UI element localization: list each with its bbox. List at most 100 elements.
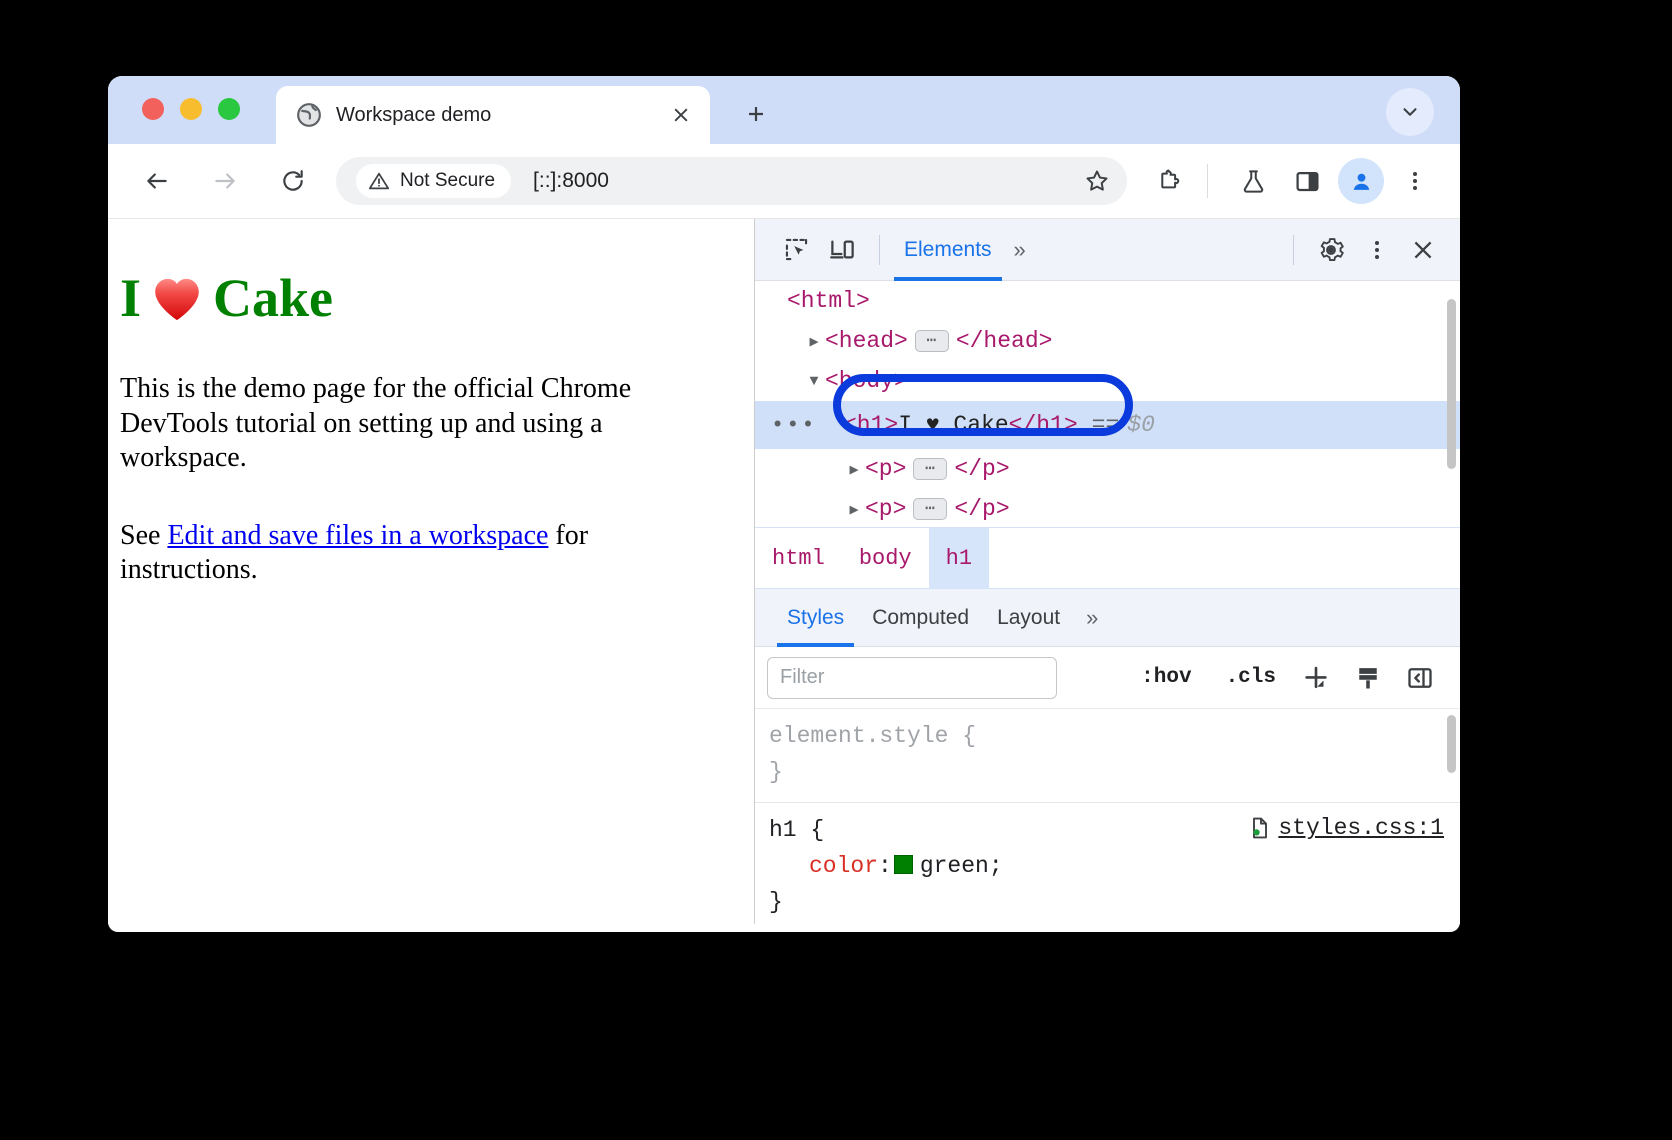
dom-row-p-1[interactable]: ▶ <p> ⋯ </p>: [755, 449, 1460, 489]
devtools-panel: Elements »: [754, 219, 1460, 924]
breadcrumb-label: body: [859, 546, 912, 571]
chevron-down-icon[interactable]: [1386, 88, 1434, 136]
window-maximize-button[interactable]: [218, 98, 240, 120]
devtools-toolbar: Elements »: [755, 219, 1460, 281]
breadcrumb-item-html[interactable]: html: [755, 528, 842, 588]
tab-elements-label: Elements: [904, 238, 992, 262]
tab-styles[interactable]: Styles: [773, 589, 858, 647]
rule-element-style[interactable]: element.style { }: [755, 709, 1460, 803]
dom-tree-scrollbar[interactable]: [1447, 299, 1456, 469]
devtools-more-options-icon[interactable]: [1354, 227, 1400, 273]
device-toolbar-icon[interactable]: [819, 227, 865, 273]
devtools-toolbar-divider: [879, 235, 880, 265]
page-paragraph-2: See Edit and save files in a workspace f…: [120, 519, 722, 587]
browser-tab[interactable]: Workspace demo: [276, 86, 710, 144]
address-bar[interactable]: Not Secure [::]:8000: [336, 157, 1127, 205]
dom-row-p-2[interactable]: ▶ <p> ⋯ </p>: [755, 489, 1460, 527]
window-minimize-button[interactable]: [180, 98, 202, 120]
chevron-right-icon[interactable]: ▶: [843, 500, 865, 519]
settings-gear-icon[interactable]: [1308, 227, 1354, 273]
more-panels-icon[interactable]: »: [1002, 237, 1038, 263]
toggle-sidebar-icon[interactable]: [1398, 656, 1442, 700]
new-tab-button[interactable]: [736, 94, 776, 134]
tab-layout[interactable]: Layout: [983, 589, 1074, 647]
breadcrumb-item-h1[interactable]: h1: [929, 528, 989, 588]
expand-ellipsis-icon[interactable]: ⋯: [915, 330, 949, 352]
dom-row-h1-dollar: $0: [1127, 412, 1155, 438]
url-text[interactable]: [::]:8000: [511, 169, 1075, 193]
color-swatch[interactable]: [894, 855, 913, 874]
workspace-doc-link[interactable]: Edit and save files in a workspace: [167, 520, 548, 551]
chevron-down-icon[interactable]: ▼: [803, 373, 825, 390]
side-panel-icon[interactable]: [1284, 158, 1330, 204]
dom-row-text: <html>: [787, 288, 870, 314]
window-traffic-lights: [142, 98, 240, 120]
dom-row-close-text: </head>: [956, 328, 1053, 354]
dom-row-text: <p>: [865, 456, 906, 482]
dom-row-body[interactable]: ▼ <body>: [755, 361, 1460, 401]
declaration-value[interactable]: green: [920, 853, 989, 879]
close-icon[interactable]: [666, 100, 696, 130]
browser-menu-icon[interactable]: [1392, 158, 1438, 204]
tab-computed[interactable]: Computed: [858, 589, 983, 647]
row-more-options-icon[interactable]: •••: [771, 413, 817, 438]
chevron-right-icon[interactable]: ▶: [803, 332, 825, 351]
devtools-close-icon[interactable]: [1400, 227, 1446, 273]
heart-icon: [151, 273, 203, 325]
warning-triangle-icon: [368, 170, 390, 192]
dom-row-html[interactable]: <html>: [755, 281, 1460, 321]
tab-title: Workspace demo: [336, 104, 666, 127]
expand-ellipsis-icon[interactable]: ⋯: [913, 458, 947, 480]
dom-row-close-text: </p>: [954, 496, 1009, 522]
rule-selector: element.style {: [769, 719, 1442, 755]
page-title-suffix: Cake: [213, 269, 333, 328]
tab-styles-label: Styles: [787, 606, 844, 630]
stylesheet-source-link[interactable]: styles.css:1: [1248, 815, 1444, 841]
styles-rules-list[interactable]: element.style { } h1 { styles.css:1: [755, 709, 1460, 924]
source-file-icon: [1248, 816, 1272, 840]
tab-strip: Workspace demo: [108, 76, 1460, 144]
rule-h1[interactable]: h1 { styles.css:1 color:green;: [755, 803, 1460, 924]
expand-ellipsis-icon[interactable]: ⋯: [913, 498, 947, 520]
labs-flask-icon[interactable]: [1230, 158, 1276, 204]
window-close-button[interactable]: [142, 98, 164, 120]
profile-avatar[interactable]: [1338, 158, 1384, 204]
hover-state-button[interactable]: :hov: [1131, 666, 1201, 689]
toolbar-divider: [1207, 164, 1208, 198]
paragraph2-prefix: See: [120, 520, 167, 551]
styles-pane-tabs: Styles Computed Layout »: [755, 589, 1460, 647]
tab-elements[interactable]: Elements: [894, 219, 1002, 281]
dom-row-h1-close: </h1>: [1009, 412, 1078, 438]
dom-row-h1-text: I ♥ Cake: [898, 412, 1008, 438]
inspect-element-icon[interactable]: [773, 227, 819, 273]
dom-row-h1-badge: ==: [1092, 412, 1120, 438]
styles-scrollbar[interactable]: [1447, 715, 1456, 773]
web-page-content: I Cake: [108, 219, 754, 924]
new-style-rule-plus-icon[interactable]: [1294, 656, 1338, 700]
dom-row-close-text: </p>: [954, 456, 1009, 482]
status-badge[interactable]: Not Secure: [356, 164, 511, 198]
security-label: Not Secure: [400, 170, 495, 192]
breadcrumb-label: h1: [946, 546, 972, 571]
back-button[interactable]: [134, 158, 180, 204]
chevron-right-icon[interactable]: ▶: [843, 460, 865, 479]
bookmark-star-icon[interactable]: [1075, 159, 1119, 203]
rule-declaration[interactable]: color:green;: [769, 849, 1442, 885]
filter-input[interactable]: [767, 657, 1057, 699]
dom-row-h1-selected[interactable]: ••• <h1> I ♥ Cake </h1> == $0: [755, 401, 1460, 449]
class-toggle-button[interactable]: .cls: [1216, 666, 1286, 689]
dom-tree[interactable]: <html> ▶ <head> ⋯ </head> ▼ <body> •••: [755, 281, 1460, 527]
more-styles-tabs-icon[interactable]: »: [1074, 605, 1110, 631]
tab-computed-label: Computed: [872, 606, 969, 630]
breadcrumb-item-body[interactable]: body: [842, 528, 929, 588]
declaration-property[interactable]: color: [769, 853, 878, 879]
dom-row-head[interactable]: ▶ <head> ⋯ </head>: [755, 321, 1460, 361]
breadcrumb: html body h1: [755, 527, 1460, 589]
element-classes-brush-icon[interactable]: [1346, 656, 1390, 700]
devtools-toolbar-divider-2: [1293, 235, 1294, 265]
extensions-puzzle-icon[interactable]: [1147, 158, 1193, 204]
dom-row-text: <body>: [825, 368, 908, 394]
dom-row-text: <head>: [825, 328, 908, 354]
reload-button[interactable]: [270, 158, 316, 204]
forward-button[interactable]: [202, 158, 248, 204]
